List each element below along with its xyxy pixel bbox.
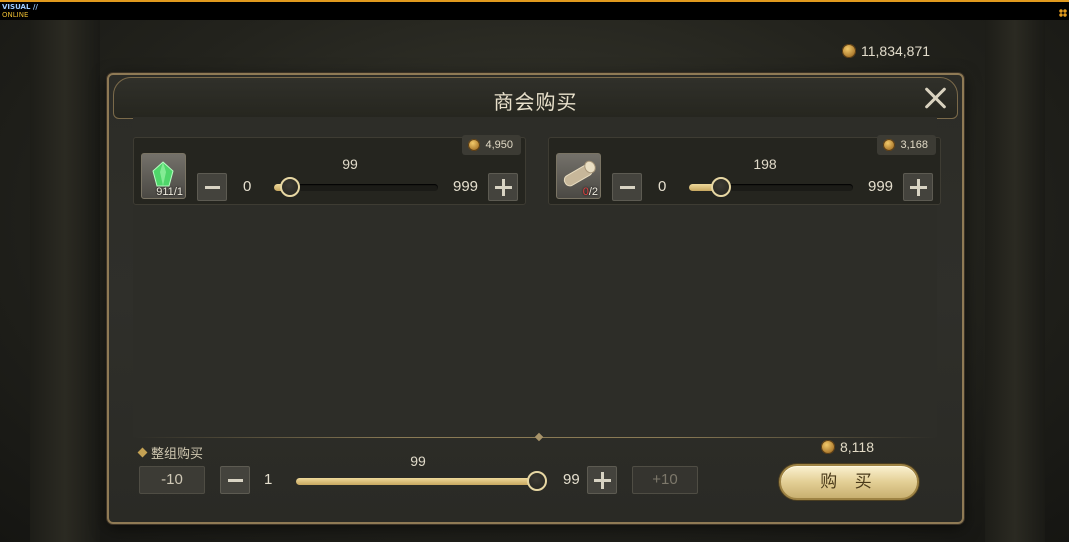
purchase-dialog: 商会购买 4,950 911/1 0 99 999 3,168 0/2 0 19…	[107, 73, 964, 524]
background-pillar-right	[985, 20, 1045, 542]
bulk-purchase-label: 整组购买	[137, 443, 203, 462]
section-divider	[133, 432, 938, 442]
minus-icon	[205, 186, 220, 189]
menu-dots-icon[interactable]	[1059, 9, 1067, 17]
bulk-decrease-button[interactable]	[220, 466, 250, 494]
dialog-title: 商会购买	[493, 90, 578, 114]
minus-ten-button[interactable]: -10	[139, 466, 205, 494]
background-pillar-left	[30, 20, 100, 542]
plus-ten-button[interactable]: +10	[632, 466, 698, 494]
slider-min: 0	[658, 178, 667, 195]
decrease-button[interactable]	[197, 173, 227, 201]
item-slot[interactable]: 911/1	[141, 153, 186, 199]
gold-coin-icon	[883, 139, 896, 151]
currency-display: 11,834,871	[842, 43, 930, 59]
gold-coin-icon	[842, 44, 856, 58]
unit-price-tag: 4,950	[462, 135, 521, 155]
gold-coin-icon	[468, 139, 481, 151]
decrease-button[interactable]	[612, 173, 642, 201]
top-overlay-bar: VISUAL //ONLINE	[0, 0, 1069, 20]
minus-icon	[228, 479, 243, 482]
unit-price-tag: 3,168	[877, 135, 936, 155]
item-card-crystal: 4,950 911/1 0 99 999	[133, 135, 526, 205]
gold-coin-icon	[821, 440, 835, 454]
slider-max: 999	[868, 178, 894, 195]
currency-amount: 11,834,871	[861, 43, 931, 59]
brand-logo: VISUAL //ONLINE	[2, 3, 38, 19]
total-price: 8,118	[821, 439, 874, 455]
slider-handle[interactable]	[280, 177, 300, 197]
minus-icon	[620, 186, 635, 189]
close-icon[interactable]	[923, 86, 947, 110]
item-slot[interactable]: 0/2	[556, 153, 601, 199]
increase-button[interactable]	[903, 173, 933, 201]
item-card-log: 3,168 0/2 0 198 999	[548, 135, 941, 205]
dialog-header: 商会购买	[113, 77, 958, 119]
selected-quantity: 99	[342, 156, 358, 172]
bulk-slider-handle[interactable]	[527, 471, 547, 491]
bulk-selected-quantity: 99	[410, 453, 426, 469]
selected-quantity: 198	[753, 156, 777, 172]
unit-price: 4,950	[485, 139, 513, 151]
item-owned-count: 0/2	[582, 186, 598, 198]
unit-price: 3,168	[900, 139, 928, 151]
buy-button[interactable]: 购 买	[779, 464, 919, 500]
bulk-quantity-slider[interactable]	[296, 478, 540, 485]
increase-button[interactable]	[488, 173, 518, 201]
slider-min: 0	[243, 178, 252, 195]
bulk-slider-max: 99	[563, 471, 580, 488]
slider-max: 999	[453, 178, 479, 195]
bulk-increase-button[interactable]	[587, 466, 617, 494]
total-price-amount: 8,118	[840, 439, 874, 455]
diamond-bullet-icon	[137, 447, 148, 458]
item-owned-count: 911/1	[156, 186, 183, 198]
bulk-slider-fill	[296, 478, 540, 485]
slider-handle[interactable]	[711, 177, 731, 197]
bulk-slider-min: 1	[264, 471, 273, 488]
